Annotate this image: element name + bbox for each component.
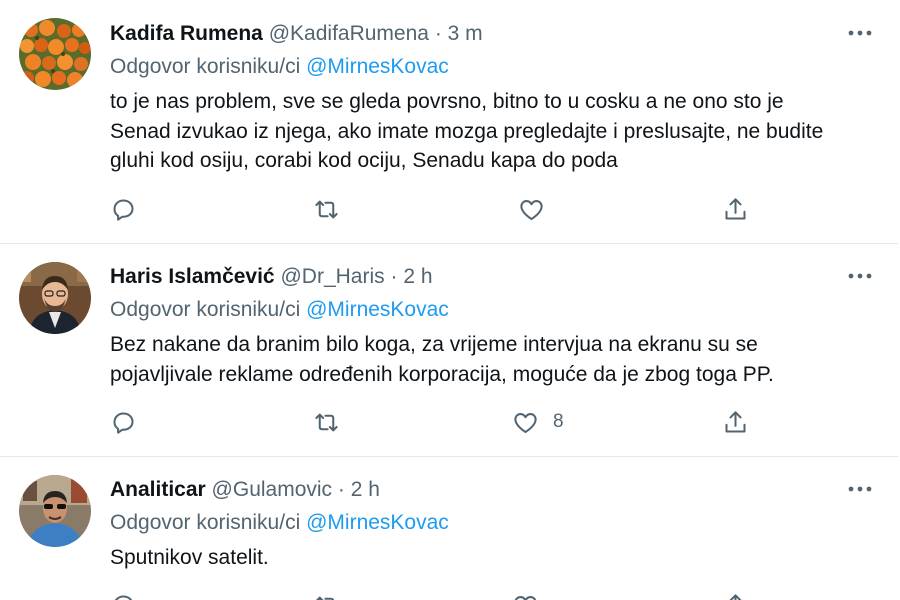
like-count: 8 bbox=[553, 411, 564, 432]
share-button[interactable] bbox=[722, 407, 749, 437]
tweet-actions: 8 bbox=[110, 407, 760, 437]
tweet-text: Bez nakane da branim bilo koga, za vrije… bbox=[110, 333, 774, 386]
share-icon bbox=[725, 410, 746, 433]
tweet-text: Sputnikov satelit. bbox=[110, 546, 269, 569]
timestamp[interactable]: 2 h bbox=[351, 478, 380, 501]
separator-dot: · bbox=[390, 265, 398, 288]
more-options-icon[interactable] bbox=[846, 23, 874, 43]
like-button[interactable] bbox=[512, 590, 553, 600]
share-button[interactable] bbox=[722, 194, 749, 224]
reply-icon bbox=[113, 411, 134, 434]
tweet[interactable]: Analiticar @Gulamovic · 2 h Odgovor kori… bbox=[0, 456, 898, 600]
display-name[interactable]: Analiticar bbox=[110, 478, 206, 501]
tweet[interactable]: Haris Islamčević @Dr_Haris · 2 h Odgovor… bbox=[0, 243, 898, 457]
user-handle[interactable]: @Gulamovic bbox=[212, 478, 333, 501]
reply-prefix: Odgovor korisniku/ci bbox=[110, 298, 301, 321]
share-icon bbox=[725, 197, 746, 220]
avatar-image bbox=[19, 18, 91, 90]
reply-context: Odgovor korisniku/ci @MirnesKovac bbox=[110, 55, 449, 79]
timestamp[interactable]: 3 m bbox=[448, 22, 483, 45]
separator-dot: · bbox=[434, 22, 442, 45]
reply-icon bbox=[113, 198, 134, 221]
retweet-button[interactable] bbox=[313, 407, 340, 437]
separator-dot: · bbox=[337, 478, 345, 501]
more-options-icon[interactable] bbox=[846, 266, 874, 286]
reply-button[interactable] bbox=[110, 194, 137, 224]
retweet-button[interactable] bbox=[313, 194, 340, 224]
tweet-feed: Kadifa Rumena @KadifaRumena · 3 m Odgovo… bbox=[0, 0, 900, 600]
display-name[interactable]: Haris Islamčević bbox=[110, 265, 275, 288]
like-button[interactable] bbox=[518, 194, 559, 224]
avatar[interactable] bbox=[19, 475, 91, 547]
reply-mention-link[interactable]: @MirnesKovac bbox=[306, 511, 449, 534]
timestamp[interactable]: 2 h bbox=[403, 265, 432, 288]
reply-icon bbox=[114, 594, 133, 600]
tweet-text: to je nas problem, sve se gleda povrsno,… bbox=[110, 90, 824, 172]
like-button[interactable]: 8 bbox=[512, 407, 564, 437]
avatar-image bbox=[19, 475, 91, 547]
tweet-actions bbox=[110, 194, 760, 224]
heart-icon bbox=[514, 412, 537, 433]
tweet-header: Analiticar @Gulamovic · 2 h bbox=[110, 478, 380, 502]
share-icon bbox=[729, 593, 742, 600]
display-name[interactable]: Kadifa Rumena bbox=[110, 22, 263, 45]
tweet[interactable]: Kadifa Rumena @KadifaRumena · 3 m Odgovo… bbox=[0, 0, 898, 244]
user-handle[interactable]: @KadifaRumena bbox=[269, 22, 429, 45]
retweet-button[interactable] bbox=[313, 590, 340, 600]
tweet-header: Kadifa Rumena @KadifaRumena · 3 m bbox=[110, 22, 483, 46]
avatar[interactable] bbox=[19, 262, 91, 334]
avatar[interactable] bbox=[19, 18, 91, 90]
reply-button[interactable] bbox=[110, 407, 137, 437]
share-button[interactable] bbox=[722, 590, 749, 600]
tweet-actions bbox=[110, 590, 760, 600]
reply-mention-link[interactable]: @MirnesKovac bbox=[306, 55, 449, 78]
heart-icon bbox=[520, 199, 543, 220]
more-options-icon[interactable] bbox=[846, 479, 874, 499]
retweet-icon bbox=[315, 200, 338, 218]
reply-mention-link[interactable]: @MirnesKovac bbox=[306, 298, 449, 321]
retweet-icon bbox=[315, 413, 338, 431]
reply-button[interactable] bbox=[110, 590, 137, 600]
user-handle[interactable]: @Dr_Haris bbox=[280, 265, 384, 288]
tweet-header: Haris Islamčević @Dr_Haris · 2 h bbox=[110, 265, 433, 289]
reply-context: Odgovor korisniku/ci @MirnesKovac bbox=[110, 511, 449, 535]
reply-prefix: Odgovor korisniku/ci bbox=[110, 511, 301, 534]
heart-icon bbox=[514, 595, 537, 600]
avatar-image bbox=[19, 262, 91, 334]
reply-context: Odgovor korisniku/ci @MirnesKovac bbox=[110, 298, 449, 322]
reply-prefix: Odgovor korisniku/ci bbox=[110, 55, 301, 78]
retweet-icon bbox=[315, 596, 335, 600]
